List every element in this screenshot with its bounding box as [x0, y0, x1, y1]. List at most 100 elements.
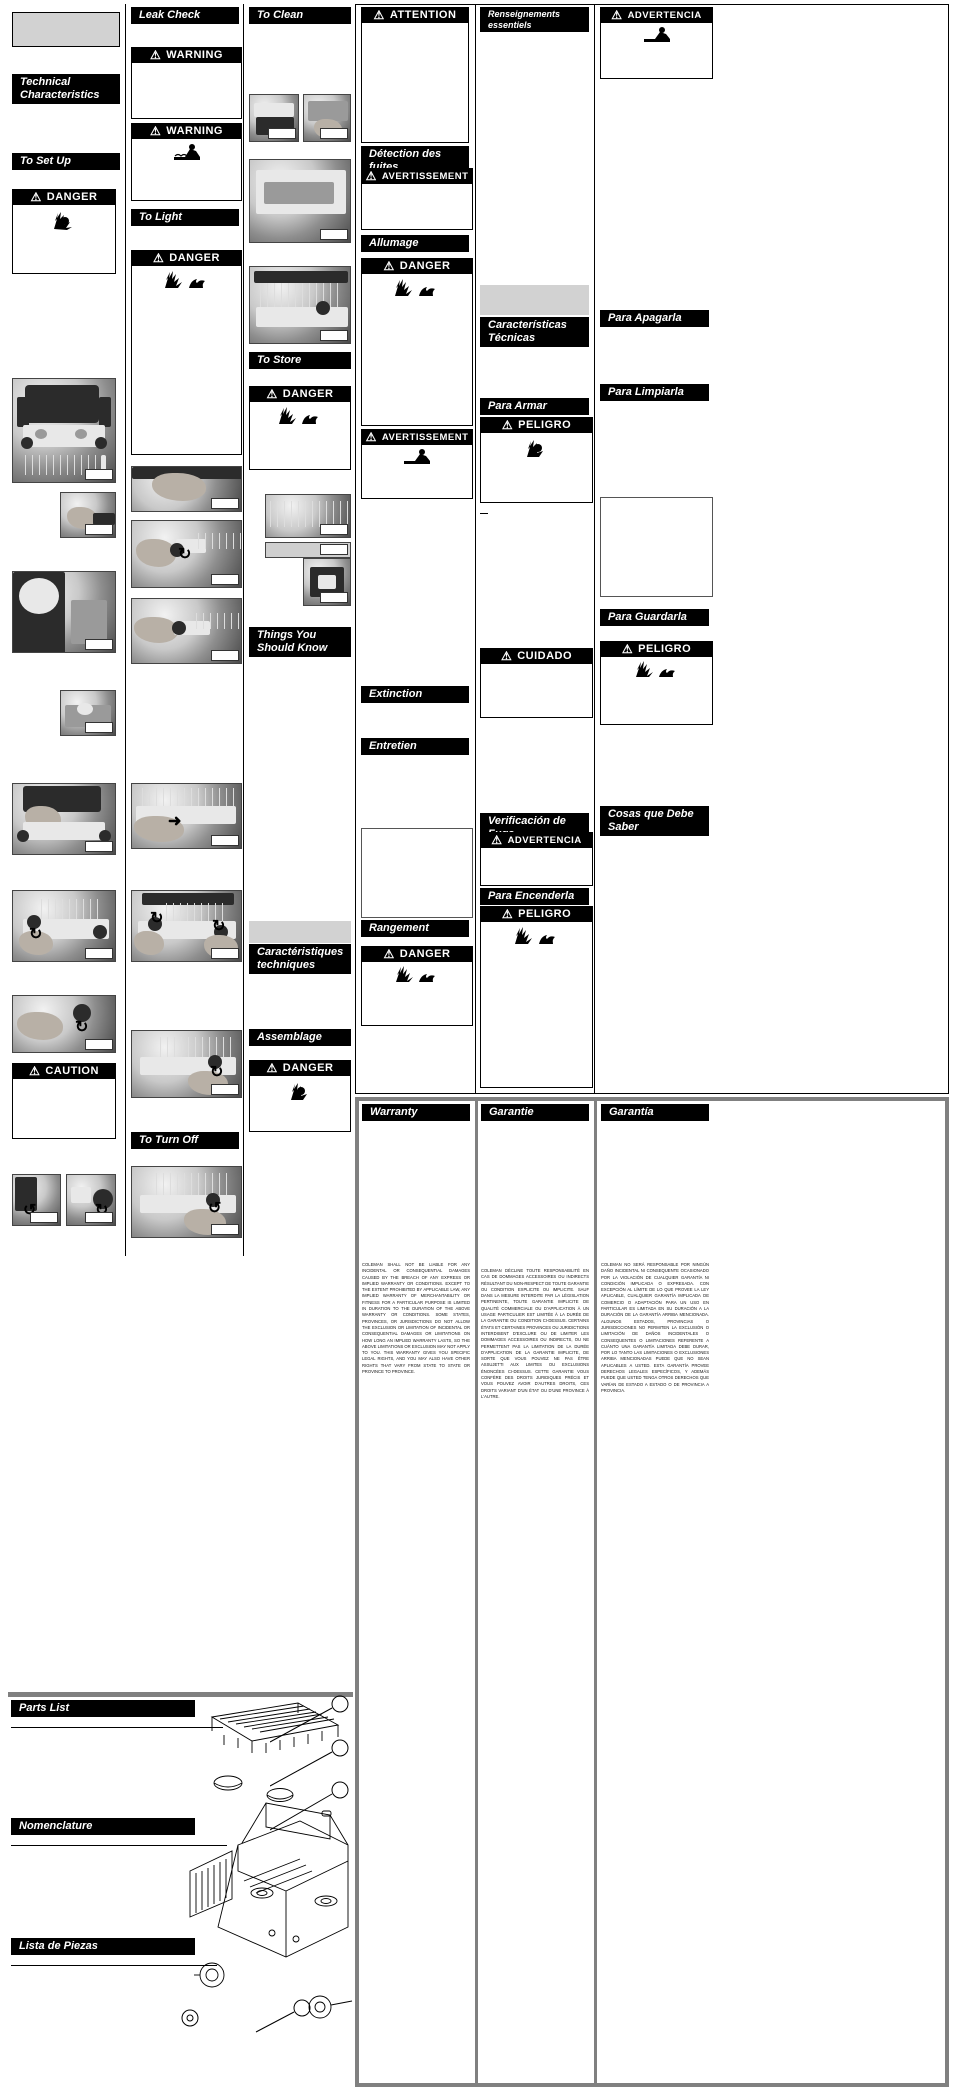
instruction-sheet-page: Technical Characteristics To Set Up ⚠ DA… [0, 0, 954, 2089]
signal-label: ATTENTION [389, 9, 457, 21]
photo-stove-open-with-grate [12, 378, 116, 483]
photo-clean-surface [249, 159, 351, 243]
signal-header-advertencia-top: ⚠ ADVERTENCIA [601, 8, 712, 23]
section-para-armar: Para Armar [480, 398, 589, 415]
photo-slide-cylinder-in: ➜ [131, 783, 242, 849]
warning-triangle-icon: ⚠ [150, 124, 162, 138]
section-cosas-que-debe-saber: Cosas que Debe Saber [600, 806, 709, 836]
signal-header-danger-assemblage: ⚠ DANGER [250, 1061, 350, 1076]
photo-latch-closeup [12, 571, 116, 653]
column-divider-1 [125, 4, 126, 1256]
explosion-fire-glyph [396, 966, 435, 982]
signal-label: PELIGRO [518, 908, 572, 920]
photo-hand-on-grate [131, 466, 242, 512]
signal-body [362, 184, 472, 227]
signal-box-attention-fr: ⚠ ATTENTION [361, 7, 469, 143]
section-technical-characteristics: Technical Characteristics [12, 74, 120, 104]
signal-header-peligro-encender: ⚠ PELIGRO [481, 907, 592, 922]
warning-triangle-icon: ⚠ [500, 649, 513, 663]
signal-box-avertissement-fuites: ⚠ AVERTISSEMENT [361, 168, 473, 230]
co-poison-glyph [643, 27, 670, 42]
section-para-guardarla: Para Guardarla [600, 609, 709, 626]
signal-label: ADVERTENCIA [507, 834, 582, 846]
explosion-fire-icon [601, 661, 712, 683]
signal-body [132, 139, 241, 198]
signal-body [132, 63, 241, 116]
section-nomenclature: Nomenclature [11, 1818, 195, 1835]
signal-header-peligro-para-armar: ⚠ PELIGRO [481, 418, 592, 433]
signal-header-warning-leak-2: ⚠ WARNING [132, 124, 241, 139]
signal-body [362, 274, 472, 423]
warning-triangle-icon: ⚠ [621, 642, 634, 656]
warranty-body-fr: COLEMAN DÉCLINE TOUTE RESPONSABILITÉ EN … [481, 1268, 589, 1399]
section-assemblage: Assemblage [249, 1029, 351, 1046]
section-allumage: Allumage [361, 235, 469, 252]
signal-box-peligro-encender: ⚠ PELIGRO [480, 906, 593, 1088]
warning-triangle-icon: ⚠ [383, 259, 395, 273]
signal-header-danger-allumage: ⚠ DANGER [362, 259, 472, 274]
panel-limpiarla [600, 497, 713, 597]
explosion-fire-icon [481, 926, 592, 950]
panel-limpiarla-body [601, 498, 712, 596]
co-poison-icon [601, 27, 712, 47]
warning-triangle-icon: ⚠ [501, 418, 514, 432]
section-rangement: Rangement [361, 920, 469, 937]
warning-triangle-icon: ⚠ [365, 169, 377, 183]
signal-box-warning-leak-1: ⚠ WARNING [131, 47, 242, 119]
signal-label: AVERTISSEMENT [381, 170, 469, 182]
signal-body [362, 445, 472, 496]
photo-clean-burner-1 [249, 94, 299, 142]
photo-insert-grate [12, 783, 116, 855]
section-lista-de-piezas: Lista de Piezas [11, 1938, 195, 1955]
warning-triangle-icon: ⚠ [491, 833, 503, 847]
signal-box-danger-assemblage: ⚠ DANGER [249, 1060, 351, 1132]
photo-turn-off-knob: ↺ [131, 1166, 242, 1238]
spanish-dash-rule [480, 513, 488, 514]
signal-box-advertencia-fuga: ⚠ ADVERTENCIA [480, 832, 593, 886]
warning-triangle-icon: ⚠ [30, 190, 42, 204]
explosion-fire-icon [481, 437, 592, 463]
column-divider-5 [594, 4, 595, 1094]
signal-box-peligro-para-armar: ⚠ PELIGRO [480, 417, 593, 503]
co-poison-icon [132, 143, 241, 165]
signal-label: CUIDADO [517, 650, 573, 662]
warning-triangle-icon: ⚠ [266, 387, 278, 401]
column-divider-4 [475, 4, 476, 1094]
signal-box-danger-to-light: ⚠ DANGER [131, 250, 242, 455]
photo-store-grate [265, 494, 351, 538]
signal-body [481, 848, 592, 883]
warning-triangle-icon: ⚠ [383, 947, 395, 961]
warning-triangle-icon: ⚠ [153, 251, 165, 265]
explosion-fire-glyph [279, 407, 318, 424]
explosion-fire-glyph [526, 440, 543, 457]
signal-label: CAUTION [45, 1065, 99, 1077]
signal-body [132, 266, 241, 452]
section-to-light: To Light [131, 209, 239, 226]
warranty-body-en: COLEMAN SHALL NOT BE LIABLE FOR ANY INCI… [362, 1262, 470, 1375]
signal-label: WARNING [166, 125, 223, 137]
section-to-store: To Store [249, 352, 351, 369]
signal-body [601, 23, 712, 76]
signal-box-cuidado: ⚠ CUIDADO [480, 648, 593, 718]
explosion-fire-icon [250, 1080, 350, 1106]
warning-triangle-icon: ⚠ [150, 48, 162, 62]
column-divider-2 [243, 4, 244, 1256]
warning-triangle-icon: ⚠ [373, 8, 385, 22]
explosion-fire-glyph [164, 271, 205, 288]
co-poison-icon [362, 449, 472, 469]
photo-rotate-both-knobs: ↻ ↻ [131, 890, 242, 962]
explosion-fire-icon [362, 278, 472, 302]
parts-callout-leaders-lower [181, 1999, 311, 2033]
signal-header-advertencia-fuga: ⚠ ADVERTENCIA [481, 833, 592, 848]
signal-label: DANGER [46, 191, 98, 203]
warranty-right-rule [945, 1097, 949, 2087]
signal-box-entretien-panel [361, 828, 473, 918]
co-poison-glyph [404, 449, 430, 464]
product-id-box [12, 12, 120, 47]
signal-box-peligro-guardar: ⚠ PELIGRO [600, 641, 713, 725]
signal-label: DANGER [169, 252, 220, 264]
warranty-heading-es: Garantía [601, 1104, 709, 1121]
warranty-body-es: COLEMAN NO SERÁ RESPONSABLE POR NINGÚN D… [601, 1262, 709, 1393]
section-extinction: Extinction [361, 686, 469, 703]
signal-label: PELIGRO [638, 643, 692, 655]
